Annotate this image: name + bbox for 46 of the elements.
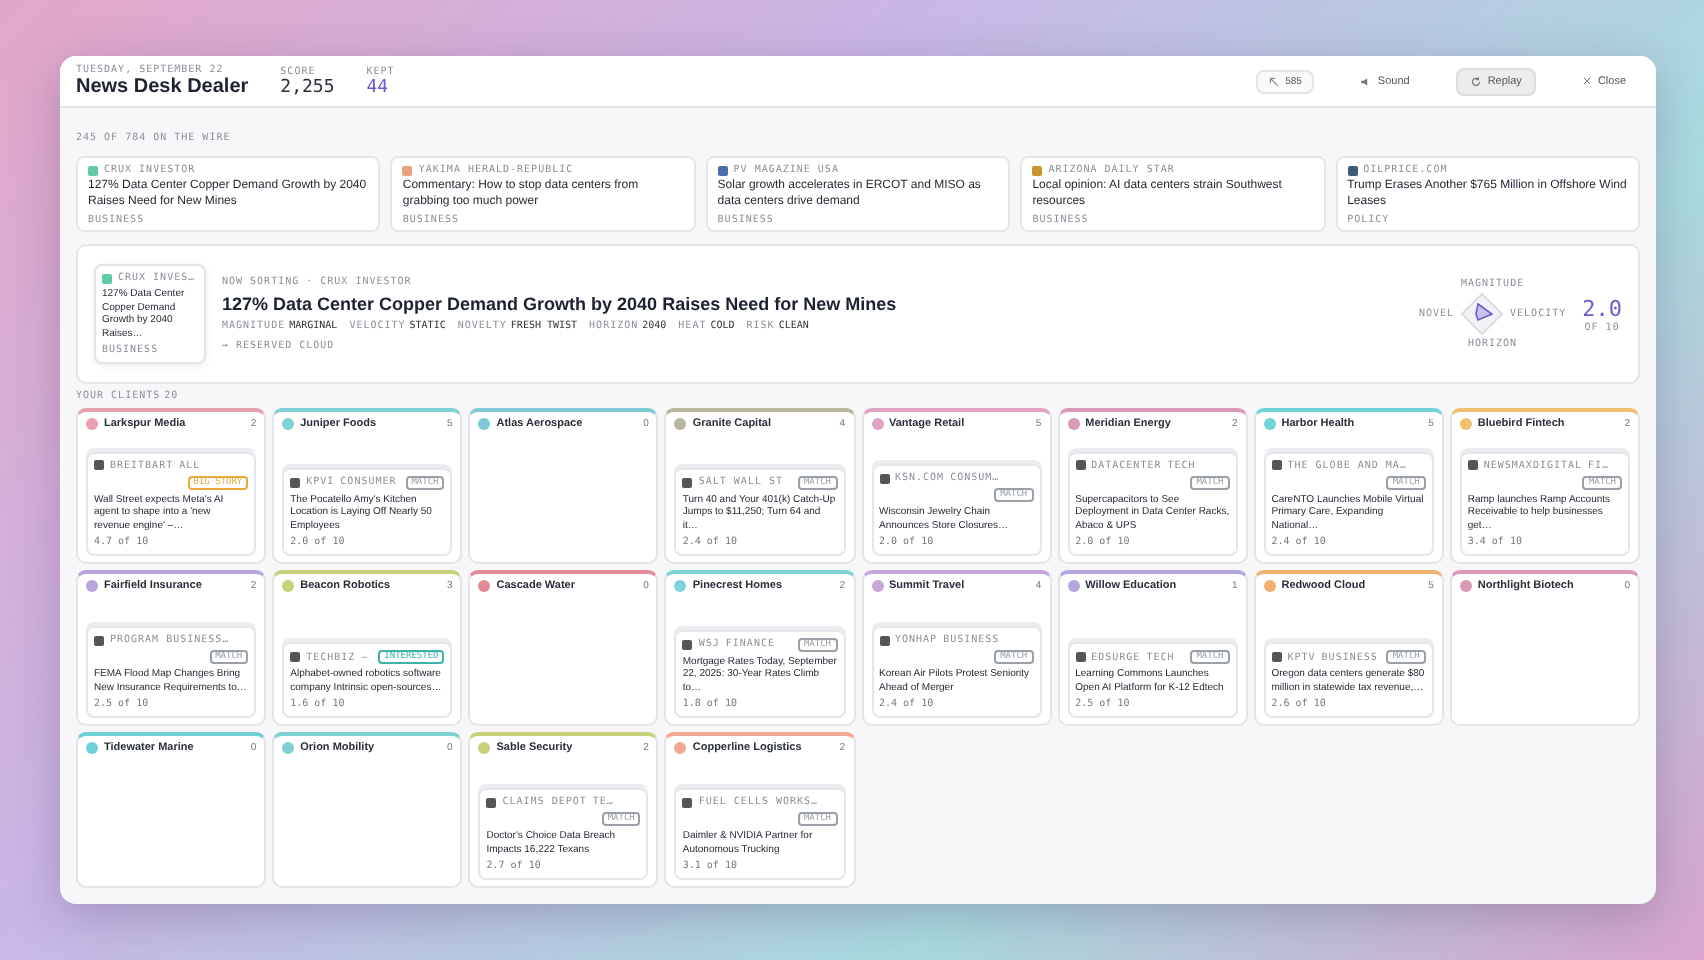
client-avatar-icon bbox=[871, 418, 883, 430]
source-logo-icon bbox=[94, 635, 104, 645]
source-logo-icon bbox=[486, 797, 497, 807]
client-avatar-icon bbox=[478, 580, 491, 592]
client-avatar-icon bbox=[282, 580, 295, 592]
source-logo-icon bbox=[682, 797, 693, 807]
client-avatar-icon bbox=[1263, 580, 1276, 592]
stat-value: 2,255 bbox=[280, 77, 335, 97]
stat-value: 44 bbox=[366, 77, 391, 97]
app-title: News Desk Dealer bbox=[76, 76, 249, 98]
source-logo-icon bbox=[102, 273, 112, 283]
radar-chart-drawing bbox=[1458, 290, 1507, 338]
source-logo-icon bbox=[1075, 652, 1086, 662]
client-avatar-icon bbox=[86, 580, 98, 592]
client-avatar-icon bbox=[1067, 418, 1080, 430]
source-logo-icon bbox=[682, 477, 693, 487]
source-logo-icon bbox=[1075, 460, 1086, 470]
client-avatar-icon bbox=[674, 418, 687, 430]
client-avatar-icon bbox=[1067, 580, 1080, 592]
close-icon bbox=[1581, 76, 1592, 86]
client-avatar-icon bbox=[674, 742, 687, 754]
story-score: 2.0 bbox=[1582, 295, 1622, 321]
client-avatar-icon bbox=[282, 742, 295, 754]
source-logo-icon bbox=[1271, 460, 1282, 470]
source-logo-icon bbox=[682, 639, 693, 649]
client-avatar-icon bbox=[282, 418, 295, 430]
client-avatar-icon bbox=[478, 742, 491, 754]
source-logo-icon bbox=[879, 635, 889, 645]
story-title: 127% Data Center Copper Demand Growth by 2040 Raises Need for New Mines bbox=[222, 294, 899, 314]
client-avatar-icon bbox=[1459, 418, 1472, 430]
client-avatar-icon bbox=[86, 418, 98, 430]
pointer-icon bbox=[1267, 75, 1280, 87]
client-avatar-icon bbox=[1459, 580, 1472, 592]
client-avatar-icon bbox=[478, 418, 491, 430]
source-logo-icon bbox=[290, 652, 301, 662]
client-avatar-icon bbox=[86, 742, 98, 754]
client-avatar-icon bbox=[871, 580, 883, 592]
source-logo-icon bbox=[879, 473, 889, 483]
speaker-icon bbox=[1359, 75, 1372, 87]
client-avatar-icon bbox=[674, 580, 687, 592]
source-logo-icon bbox=[1271, 652, 1282, 662]
source-logo-icon bbox=[290, 477, 301, 487]
source-logo-icon bbox=[1467, 460, 1478, 470]
replay-icon bbox=[1469, 75, 1482, 87]
client-avatar-icon bbox=[1263, 418, 1276, 430]
source-logo-icon bbox=[94, 460, 104, 470]
